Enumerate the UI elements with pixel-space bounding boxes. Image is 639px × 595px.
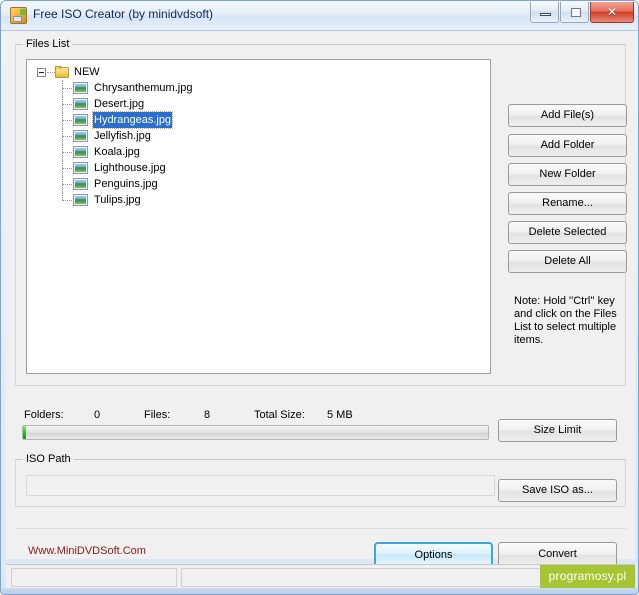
tree-item[interactable]: Chrysanthemum.jpg	[27, 80, 490, 96]
website-link[interactable]: Www.MiniDVDSoft.Com	[28, 545, 146, 557]
tree-connector	[47, 72, 55, 74]
image-file-icon	[73, 146, 88, 158]
total-size-label: Total Size:	[254, 409, 305, 421]
files-label: Files:	[144, 409, 171, 421]
maximize-button[interactable]	[560, 2, 589, 23]
tree-item[interactable]: Penguins.jpg	[27, 176, 490, 192]
tree-connector	[62, 168, 72, 170]
folders-label: Folders:	[24, 409, 64, 421]
add-files-button[interactable]: Add File(s)	[508, 104, 627, 127]
ctrl-hint-note: Note: Hold ''Ctrl'' key and click on the…	[514, 295, 617, 346]
tree-item-label: Desert.jpg	[94, 98, 145, 110]
image-file-icon	[73, 114, 88, 126]
status-panel-left	[11, 568, 177, 587]
size-limit-button[interactable]: Size Limit	[498, 419, 617, 442]
window-title: Free ISO Creator (by minidvdsoft)	[33, 7, 214, 21]
tree-connector	[62, 136, 72, 138]
tree-connector	[62, 200, 72, 202]
collapse-icon[interactable]	[37, 68, 46, 77]
application-window: Free ISO Creator (by minidvdsoft) ✕ File…	[0, 0, 639, 595]
tree-item-label: Chrysanthemum.jpg	[94, 82, 193, 94]
new-folder-button[interactable]: New Folder	[508, 163, 627, 186]
tree-item-selected[interactable]: Hydrangeas.jpg	[27, 111, 490, 129]
files-value: 8	[204, 409, 211, 421]
tree-item[interactable]: Lighthouse.jpg	[27, 160, 490, 176]
tree-item[interactable]: Tulips.jpg	[27, 192, 490, 208]
image-file-icon	[73, 162, 88, 174]
iso-path-label: ISO Path	[23, 453, 74, 465]
tree-root-label: NEW	[74, 66, 100, 78]
app-iso-icon	[10, 7, 27, 24]
image-file-icon	[73, 178, 88, 190]
add-folder-button[interactable]: Add Folder	[508, 134, 627, 157]
window-bottom-frame	[1, 588, 638, 594]
image-file-icon	[73, 130, 88, 142]
tree-connector	[62, 192, 64, 200]
tree-connector	[62, 104, 72, 106]
tree-item[interactable]: Jellyfish.jpg	[27, 128, 490, 144]
iso-path-input[interactable]	[26, 475, 495, 496]
tree-item-label: Koala.jpg	[94, 146, 140, 158]
status-bar: programosy.pl	[6, 564, 635, 589]
programosy-badge: programosy.pl	[540, 565, 635, 588]
tree-item-label: Hydrangeas.jpg	[91, 111, 174, 129]
files-tree: NEW Chrysanthemum.jpg Desert.jpg Hydrang…	[27, 60, 490, 208]
tree-connector	[62, 120, 72, 122]
save-iso-as-button[interactable]: Save ISO as...	[498, 479, 617, 502]
delete-all-button[interactable]: Delete All	[508, 250, 627, 273]
tree-item[interactable]: Koala.jpg	[27, 144, 490, 160]
title-bar[interactable]: Free ISO Creator (by minidvdsoft) ✕	[1, 1, 638, 31]
tree-connector	[62, 88, 72, 90]
tree-connector	[62, 152, 72, 154]
tree-item[interactable]: Desert.jpg	[27, 96, 490, 112]
tree-item-label: Jellyfish.jpg	[94, 130, 151, 142]
tree-root-node[interactable]: NEW	[27, 64, 490, 80]
files-list-group: Files List NEW Chrysanthemum.jpg Desert.…	[15, 38, 627, 386]
tree-item-label: Penguins.jpg	[94, 178, 158, 190]
image-file-icon	[73, 194, 88, 206]
divider	[15, 528, 626, 530]
close-button[interactable]: ✕	[590, 2, 634, 23]
total-size-value: 5 MB	[327, 409, 353, 421]
progress-fill	[23, 426, 26, 439]
image-file-icon	[73, 98, 88, 110]
folder-icon	[55, 66, 69, 78]
minimize-button[interactable]	[530, 2, 559, 23]
tree-item-label: Tulips.jpg	[94, 194, 141, 206]
client-area: Files List NEW Chrysanthemum.jpg Desert.…	[6, 31, 635, 567]
delete-selected-button[interactable]: Delete Selected	[508, 221, 627, 244]
tree-connector	[62, 184, 72, 186]
tree-item-label: Lighthouse.jpg	[94, 162, 166, 174]
rename-button[interactable]: Rename...	[508, 192, 627, 215]
image-file-icon	[73, 82, 88, 94]
folders-value: 0	[94, 409, 101, 421]
window-controls: ✕	[529, 2, 634, 24]
files-list-label: Files List	[23, 38, 73, 50]
progress-bar	[22, 425, 489, 440]
files-tree-panel[interactable]: NEW Chrysanthemum.jpg Desert.jpg Hydrang…	[26, 59, 491, 374]
